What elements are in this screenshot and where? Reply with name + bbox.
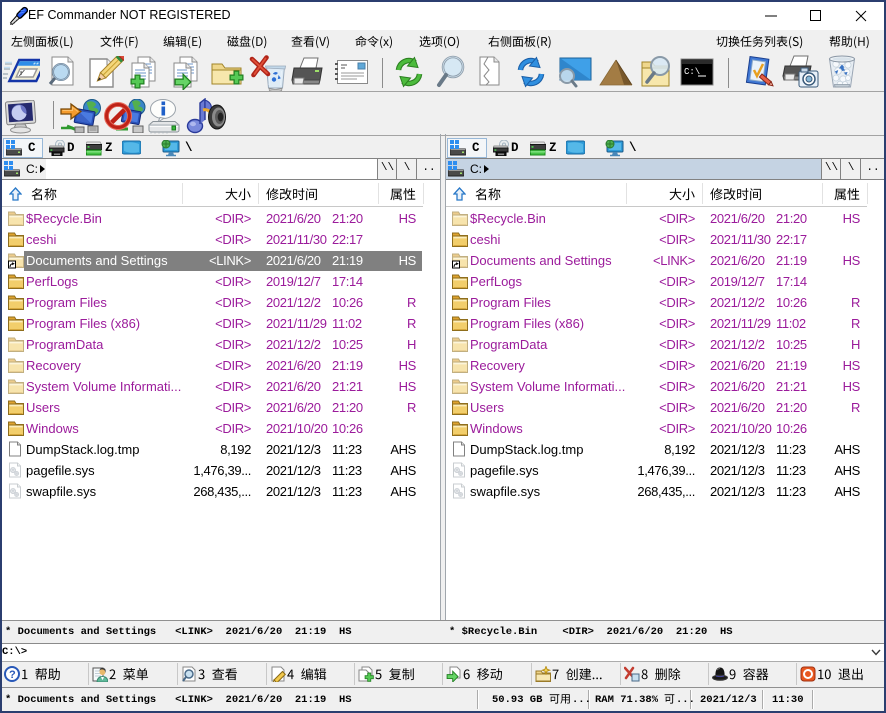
svg-text:C:\: C:\ (684, 67, 700, 77)
svg-text:?: ? (9, 669, 16, 681)
